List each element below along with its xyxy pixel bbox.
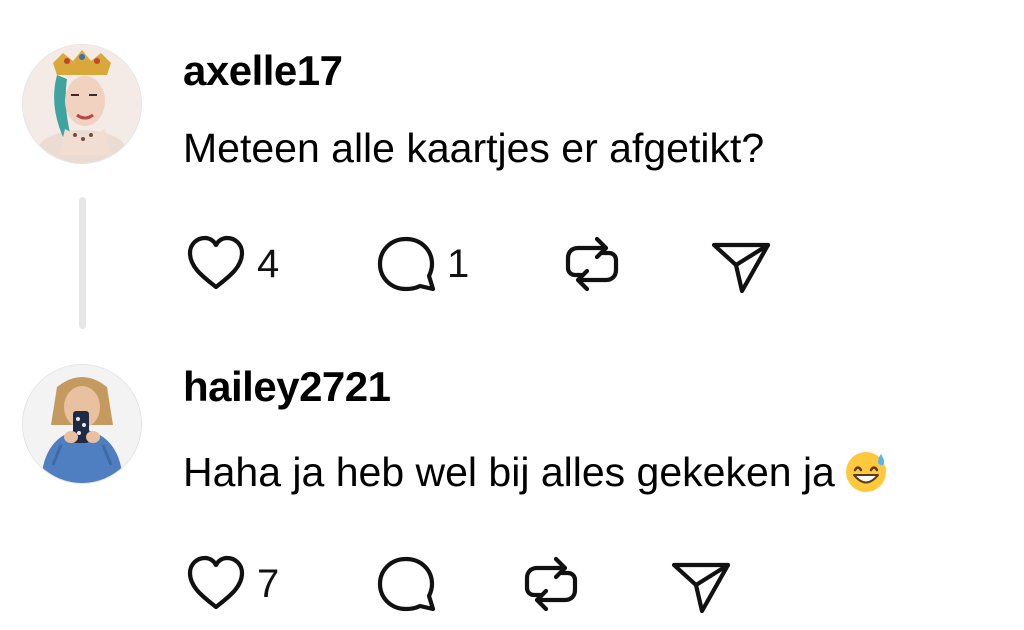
comment-username[interactable]: hailey2721 <box>183 366 391 408</box>
avatar[interactable] <box>23 45 141 163</box>
reply-button[interactable]: 1 <box>373 229 469 299</box>
grinning-face-with-sweat-icon <box>845 452 886 492</box>
like-count: 7 <box>257 562 280 606</box>
repost-icon <box>524 556 578 612</box>
avatar-image <box>23 365 141 483</box>
repost-button[interactable] <box>518 549 584 619</box>
paper-plane-icon <box>711 242 771 294</box>
avatar-image <box>23 45 141 163</box>
speech-bubble-icon <box>377 236 436 292</box>
like-button[interactable]: 7 <box>183 549 279 619</box>
paper-plane-icon <box>671 562 731 614</box>
like-count: 4 <box>257 242 280 286</box>
speech-bubble-icon <box>377 556 436 612</box>
like-button[interactable]: 4 <box>183 229 279 299</box>
heart-icon <box>187 555 245 610</box>
reply-count: 1 <box>447 242 470 286</box>
thread-line <box>79 197 86 329</box>
comment-username[interactable]: axelle17 <box>183 50 343 92</box>
share-button[interactable] <box>708 229 774 299</box>
share-button[interactable] <box>668 549 734 619</box>
avatar[interactable] <box>23 365 141 483</box>
comment-text: Haha ja heb wel bij alles gekeken ja <box>183 448 889 494</box>
repost-icon <box>565 236 619 292</box>
comment-actions: 4 1 <box>183 229 883 299</box>
heart-icon <box>187 235 245 290</box>
comment-text: Meteen alle kaartjes er afgetikt? <box>183 125 765 171</box>
reply-button[interactable] <box>373 549 439 619</box>
repost-button[interactable] <box>559 229 625 299</box>
comment-text-content: Haha ja heb wel bij alles gekeken ja <box>183 449 835 495</box>
comment-actions: 7 <box>183 549 883 619</box>
